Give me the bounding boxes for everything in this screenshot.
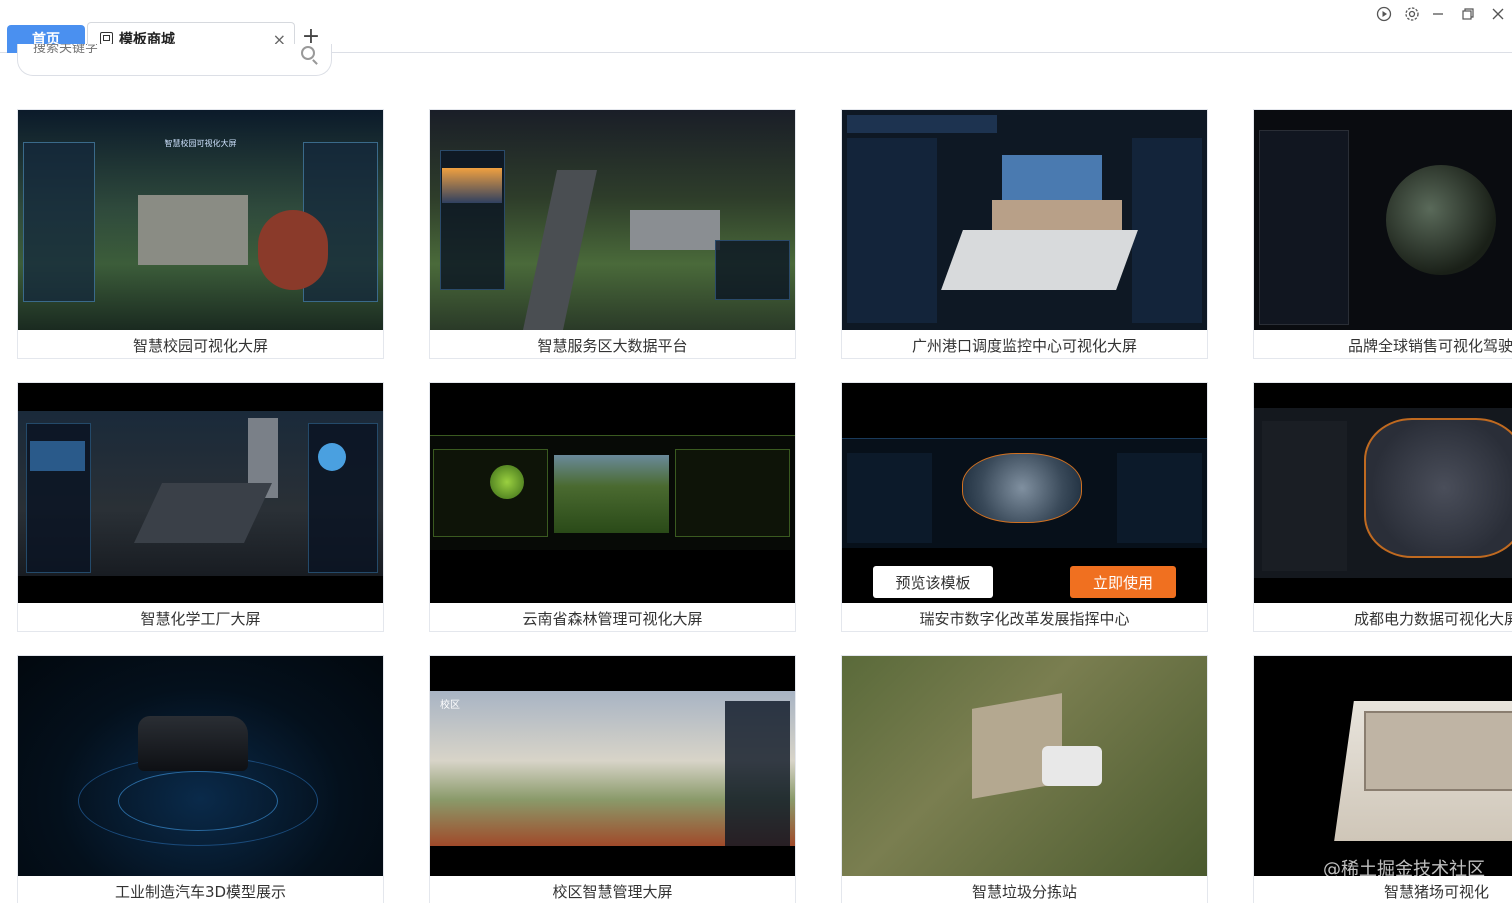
template-thumbnail[interactable] bbox=[842, 110, 1207, 330]
template-thumbnail[interactable] bbox=[1254, 110, 1512, 330]
search-input[interactable] bbox=[33, 44, 293, 55]
template-card[interactable]: 品牌全球销售可视化驾驶 bbox=[1253, 109, 1512, 359]
template-thumbnail[interactable] bbox=[1254, 383, 1512, 603]
template-grid: 智慧校园可视化大屏 智慧校园可视化大屏 智慧服务区大数据平台 广州港口调度监控中… bbox=[17, 109, 1512, 903]
template-thumbnail[interactable] bbox=[18, 383, 383, 603]
preview-template-button[interactable]: 预览该模板 bbox=[873, 566, 993, 598]
template-card[interactable]: 云南省森林管理可视化大屏 bbox=[429, 382, 796, 632]
search-icon[interactable] bbox=[301, 46, 315, 60]
template-title[interactable]: 瑞安市数字化改革发展指挥中心 bbox=[842, 603, 1207, 633]
template-title[interactable]: 智慧服务区大数据平台 bbox=[430, 330, 795, 360]
template-card[interactable]: 智慧化学工厂大屏 bbox=[17, 382, 384, 632]
template-card[interactable]: 智慧垃圾分拣站 bbox=[841, 655, 1208, 903]
template-card[interactable]: 智慧服务区大数据平台 bbox=[429, 109, 796, 359]
template-card[interactable]: 校区 校区智慧管理大屏 bbox=[429, 655, 796, 903]
template-title[interactable]: 校区智慧管理大屏 bbox=[430, 876, 795, 903]
template-thumbnail[interactable]: 校区 bbox=[430, 656, 795, 876]
template-card[interactable]: 广州港口调度监控中心可视化大屏 bbox=[841, 109, 1208, 359]
template-title[interactable]: 智慧化学工厂大屏 bbox=[18, 603, 383, 633]
search-box[interactable] bbox=[17, 44, 332, 76]
template-title[interactable]: 成都电力数据可视化大屏 bbox=[1254, 603, 1512, 633]
template-title[interactable]: 工业制造汽车3D模型展示 bbox=[18, 876, 383, 903]
template-card[interactable]: 成都电力数据可视化大屏 bbox=[1253, 382, 1512, 632]
restore-icon[interactable] bbox=[1458, 4, 1478, 24]
template-thumbnail[interactable] bbox=[18, 656, 383, 876]
template-title[interactable]: 云南省森林管理可视化大屏 bbox=[430, 603, 795, 633]
minimize-icon[interactable] bbox=[1428, 4, 1448, 24]
template-thumbnail[interactable] bbox=[1254, 656, 1512, 876]
use-template-button[interactable]: 立即使用 bbox=[1070, 566, 1176, 598]
template-card[interactable]: 预览该模板 立即使用 瑞安市数字化改革发展指挥中心 bbox=[841, 382, 1208, 632]
template-thumbnail[interactable]: 智慧校园可视化大屏 bbox=[18, 110, 383, 330]
thumbnail-title: 校区 bbox=[440, 700, 460, 711]
template-thumbnail[interactable] bbox=[430, 110, 795, 330]
template-thumbnail[interactable] bbox=[430, 383, 795, 603]
template-title[interactable]: 智慧校园可视化大屏 bbox=[18, 330, 383, 360]
close-icon[interactable] bbox=[1488, 4, 1508, 24]
template-thumbnail[interactable]: 预览该模板 立即使用 bbox=[842, 383, 1207, 603]
template-thumbnail[interactable] bbox=[842, 656, 1207, 876]
template-card[interactable]: 智慧校园可视化大屏 智慧校园可视化大屏 bbox=[17, 109, 384, 359]
gear-icon[interactable] bbox=[1402, 4, 1422, 24]
template-title[interactable]: 智慧垃圾分拣站 bbox=[842, 876, 1207, 903]
template-card[interactable]: 工业制造汽车3D模型展示 bbox=[17, 655, 384, 903]
play-icon[interactable] bbox=[1374, 4, 1394, 24]
watermark: @稀土掘金技术社区 bbox=[1323, 859, 1485, 880]
template-title[interactable]: 品牌全球销售可视化驾驶 bbox=[1254, 330, 1512, 360]
template-title[interactable]: 广州港口调度监控中心可视化大屏 bbox=[842, 330, 1207, 360]
